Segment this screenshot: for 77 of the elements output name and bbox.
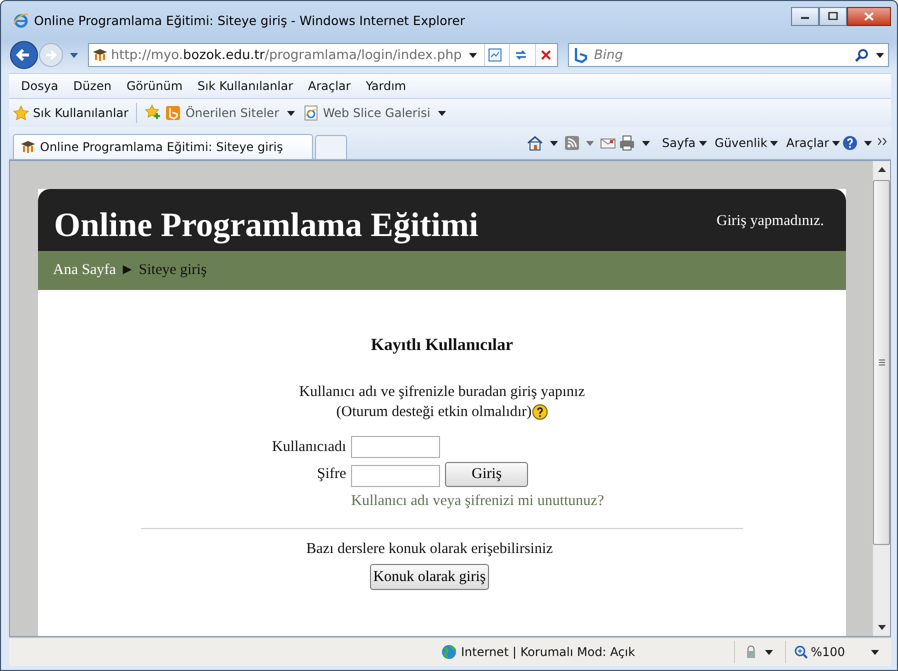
dropdown-arrow-icon[interactable] [550,140,558,146]
star-icon [13,105,29,121]
bing-logo-icon [573,47,589,63]
favorites-bar-item[interactable]: Web Slice Galerisi [303,105,450,121]
mortarboard-icon [92,47,108,63]
printer-icon[interactable] [618,134,636,152]
browser-logo-icon [13,12,29,28]
field-label: Kullanıcıadı [272,438,346,456]
dropdown-arrow-icon[interactable] [876,52,884,58]
help-icon[interactable] [532,404,548,420]
dropdown-arrow-icon[interactable] [871,650,879,654]
command-menu[interactable]: Güvenlik [714,136,778,150]
dropdown-arrow-icon[interactable] [438,110,446,116]
dropdown-arrow-icon[interactable] [864,140,872,146]
dropdown-arrow-icon[interactable] [764,650,773,654]
login-button[interactable]: Giriş [445,462,528,487]
refresh-icon[interactable] [514,48,528,62]
add-to-favorites-icon[interactable] [145,104,162,120]
bing-logo-icon [165,105,182,121]
favorites-bar-item[interactable]: Önerilen Siteler [165,105,299,121]
menu-item[interactable]: Görünüm [120,77,189,95]
breadcrumb-link[interactable]: Ana Sayfa [53,262,116,279]
back-button[interactable] [9,40,39,70]
favorites-button[interactable]: Sık Kullanılanlar [13,105,128,121]
menu-item[interactable]: Sık Kullanılanlar [192,77,299,95]
dropdown-arrow-icon[interactable] [642,140,650,146]
menu-item[interactable]: Araçlar [302,77,357,95]
site-title: Online Programlama Eğitimi [54,209,478,246]
mortarboard-icon [20,139,36,155]
search-box[interactable]: Bing [568,43,889,67]
zoom-icon [794,645,808,659]
dropdown-arrow-icon[interactable] [287,110,295,116]
maximize-icon [828,12,838,20]
dropdown-arrow-icon[interactable] [698,140,707,146]
menu-item[interactable]: Düzen [67,77,118,95]
forgot-password-link[interactable]: Kullanıcı adı veya şifrenizi mi unuttunuz? [351,493,604,510]
web-page-icon [303,105,319,121]
search-icon[interactable] [855,48,869,62]
home-icon[interactable] [526,134,544,152]
vertical-scrollbar[interactable] [872,161,890,636]
feed-icon[interactable] [564,135,580,151]
zoom-level[interactable]: %100 [794,645,865,659]
security-zone[interactable]: Internet | Korumalı Mod: Açık [429,644,648,660]
close-icon [864,12,874,20]
instruction-text: Kullanıcı adı ve şifrenizle buradan giriş yapınız [299,383,585,402]
login-status: Giriş yapmadınız. [716,213,824,230]
dropdown-arrow-icon[interactable] [770,140,778,146]
section-heading: Kayıtlı Kullanıcılar [370,335,514,355]
grip-icon[interactable] [878,359,884,366]
minimize-button[interactable] [791,6,819,26]
maximize-button[interactable] [819,6,847,26]
breadcrumb-separator: ► [120,262,135,279]
dropdown-arrow-icon[interactable] [468,52,477,58]
guest-access-text: Bazı derslere konuk olarak erişebilirsiniz [306,541,553,558]
command-menu[interactable]: Araçlar [786,136,840,150]
guest-login-button[interactable]: Konuk olarak giriş [370,564,489,590]
chevron-icon[interactable] [878,138,887,145]
help-icon[interactable] [842,135,858,151]
command-menu[interactable]: Sayfa [662,136,707,150]
dropdown-arrow-icon[interactable] [832,140,840,146]
stop-icon[interactable] [539,48,554,62]
username-field[interactable] [351,436,440,458]
field-label: Şifre [316,466,346,483]
url-text: http://myo.bozok.edu.tr/programlama/login/index.php [111,48,462,62]
window-title: Online Programlama Eğitimi: Siteye giriş - Windows Internet Explorer [34,12,465,28]
menu-item[interactable]: Yardım [360,77,412,95]
browser-tab[interactable]: Online Programlama Eğitimi: Siteye giriş [13,134,313,159]
close-button[interactable] [847,6,891,26]
scroll-up-arrow-icon[interactable] [878,167,886,172]
globe-icon [441,644,457,660]
breadcrumb-current: Siteye giriş [138,262,207,279]
scroll-down-arrow-icon[interactable] [878,625,886,630]
chart-page-icon[interactable] [488,48,502,62]
address-bar[interactable]: http://myo.bozok.edu.tr/programlama/login/index.php [88,43,558,67]
menu-item[interactable]: Dosya [15,77,64,95]
instruction-text: (Oturum desteği etkin olmalıdır) [336,403,532,422]
password-field[interactable] [351,465,440,487]
